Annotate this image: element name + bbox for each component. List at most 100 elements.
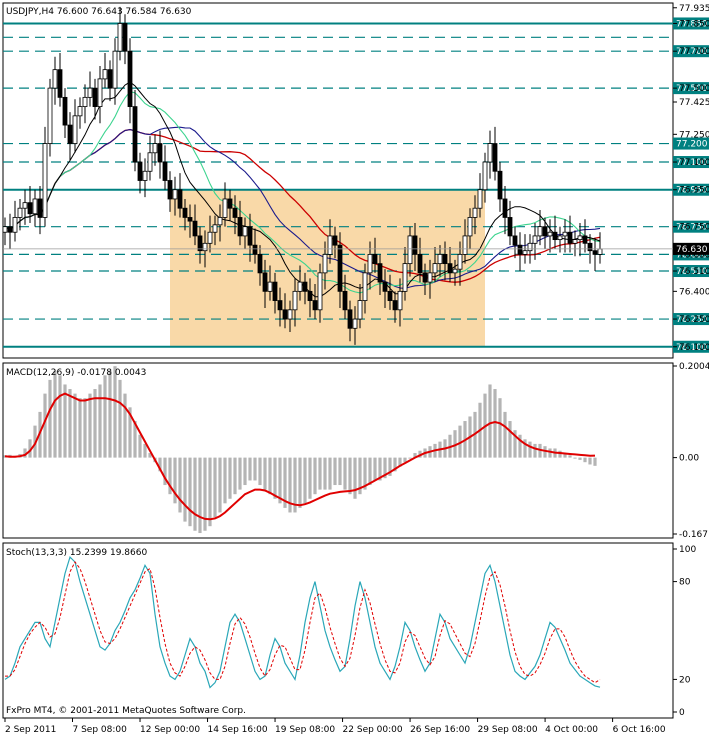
candle-body (352, 318, 358, 329)
macd-histogram-bar (243, 457, 247, 486)
candle-body (287, 309, 293, 320)
candle-body (382, 281, 388, 292)
price-axis-label: 76.400 (679, 287, 709, 297)
candle-body (402, 263, 408, 292)
candle-body (57, 69, 63, 98)
candle-body (92, 87, 98, 108)
macd-histogram-bar (88, 393, 92, 458)
candle-body (267, 281, 273, 292)
candle-body (137, 161, 143, 181)
candle-body (12, 217, 18, 233)
candle-body (347, 309, 353, 329)
macd-histogram-bar (223, 457, 227, 504)
macd-histogram-bar (83, 398, 87, 458)
macd-histogram-bar (58, 375, 62, 458)
macd-histogram-bar (213, 457, 217, 518)
candle-body (167, 180, 173, 200)
macd-histogram-bar (313, 457, 317, 495)
candle-body (567, 231, 573, 244)
candle-body (272, 281, 278, 301)
macd-axis-label: -0.1671 (679, 530, 709, 540)
candle-body (502, 198, 508, 218)
price-axis-label: 76.510 (679, 267, 709, 277)
candle-body (597, 248, 603, 255)
macd-histogram-bar (48, 379, 52, 458)
candle-body (397, 290, 403, 311)
macd-histogram-bar (138, 434, 142, 458)
time-axis-label: 26 Sep 16:00 (410, 725, 470, 735)
macd-histogram-bar (248, 457, 252, 481)
price-axis-label: 76.950 (679, 186, 709, 196)
macd-histogram-bar (193, 457, 197, 531)
macd-histogram-bar (98, 384, 102, 458)
candle-body (247, 226, 253, 246)
macd-histogram-bar (273, 457, 277, 499)
price-axis-label: 77.250 (679, 130, 709, 140)
stochastic-header: Stoch(13,3,3) 15.2399 19.8660 (6, 548, 147, 558)
time-axis-label: 19 Sep 08:00 (275, 725, 335, 735)
candle-body (547, 231, 553, 237)
candle-body (412, 235, 418, 255)
candle-body (217, 217, 223, 226)
macd-histogram-bar (258, 457, 262, 486)
candle-body (257, 253, 263, 274)
stochastic-axis-label: 80 (679, 578, 691, 588)
candle-body (67, 124, 73, 144)
price-axis-label: 77.850 (679, 19, 709, 29)
macd-histogram-bar (238, 457, 242, 490)
candle-body (47, 87, 53, 144)
candle-body (437, 253, 443, 265)
candle-body (42, 143, 48, 218)
candle-body (592, 250, 598, 255)
macd-histogram-bar (108, 370, 112, 458)
candle-body (362, 272, 368, 301)
candle-body (467, 217, 473, 237)
candle-body (122, 23, 128, 52)
candle-body (527, 242, 533, 252)
stochastic-axis-label: 0 (679, 708, 685, 718)
macd-histogram-bar (143, 443, 147, 458)
candle-body (112, 50, 118, 89)
candle-body (212, 224, 218, 233)
candle-body (187, 217, 193, 222)
candle-body (192, 220, 198, 237)
level-price-label: 77.200 (676, 140, 708, 150)
candle-body (282, 309, 288, 320)
macd-histogram-bar (503, 411, 507, 458)
candle-body (477, 189, 483, 209)
candle-body (387, 290, 393, 301)
candle-body (512, 235, 518, 246)
candle-body (422, 272, 428, 283)
candle-body (572, 239, 578, 244)
candle-body (557, 235, 563, 241)
candle-body (357, 300, 363, 320)
candle-body (32, 198, 38, 215)
price-axis-label: 76.750 (679, 223, 709, 233)
candle-body (317, 272, 323, 311)
macd-histogram-bar (323, 457, 327, 490)
price-axis-label: 76.250 (679, 315, 709, 325)
candle-body (522, 250, 528, 255)
macd-histogram-bar (408, 457, 412, 459)
candle-body (302, 281, 308, 292)
macd-histogram-bar (268, 457, 272, 495)
candle-body (462, 235, 468, 255)
macd-histogram-bar (218, 457, 222, 513)
macd-histogram-bar (533, 443, 537, 458)
macd-histogram-bar (278, 457, 282, 504)
macd-histogram-bar (493, 389, 497, 458)
macd-histogram-bar (183, 457, 187, 522)
price-axis-label: 77.700 (679, 47, 709, 57)
candle-body (237, 217, 243, 237)
macd-histogram-bar (123, 393, 127, 458)
candle-body (117, 23, 123, 52)
candle-body (52, 69, 58, 89)
candle-body (392, 300, 398, 311)
candle-body (552, 231, 558, 241)
macd-histogram-bar (568, 455, 572, 458)
candle-body (337, 244, 343, 292)
candle-body (97, 78, 103, 108)
macd-histogram-bar (188, 457, 192, 527)
candle-body (87, 87, 93, 98)
candle-body (72, 115, 78, 144)
